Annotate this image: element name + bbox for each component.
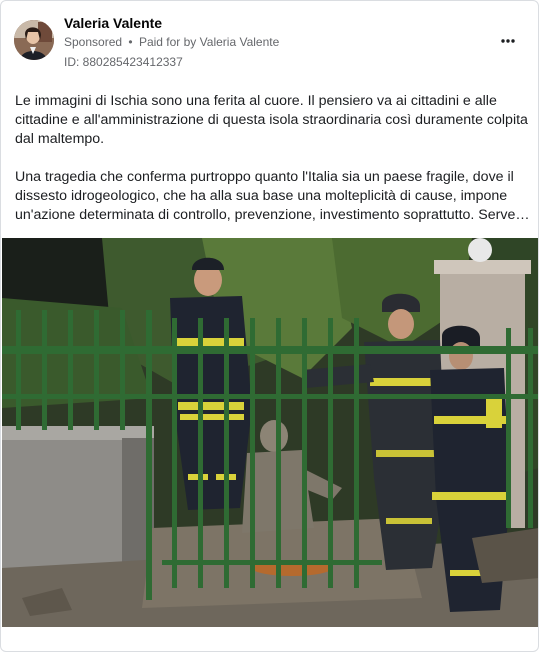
payer-name[interactable]: Valeria Valente (200, 35, 280, 49)
avatar[interactable] (14, 20, 54, 60)
post-paragraph-2: Una tragedia che conferma purtroppo quan… (15, 168, 530, 225)
sponsored-meta: Sponsored • Paid for by Valeria Valente (64, 35, 279, 49)
post-paragraph-2-line-3[interactable]: un'azione determinata di controllo, prev… (15, 206, 530, 225)
post-paragraph-1: Le immagini di Ischia sono una ferita al… (15, 93, 528, 147)
post-photo[interactable] (2, 238, 538, 627)
more-horizontal-icon (501, 39, 515, 43)
more-options-button[interactable] (498, 31, 518, 51)
sponsored-label: Sponsored (64, 35, 123, 49)
ad-id: ID: 880285423412337 (64, 55, 183, 69)
avatar-image (14, 20, 54, 60)
meta-separator: • (128, 35, 133, 49)
post-paragraph-2-line-2: dissesto idrogeologico, che ha alla sua … (15, 188, 508, 204)
rescue-scene-image (2, 238, 538, 627)
author-name[interactable]: Valeria Valente (64, 15, 162, 31)
ad-post-card: Valeria Valente Sponsored • Paid for by … (0, 0, 539, 652)
post-paragraph-2-line-1: Una tragedia che conferma purtroppo quan… (15, 169, 514, 185)
paid-for-prefix: Paid for by (138, 35, 197, 49)
post-header: Valeria Valente Sponsored • Paid for by … (1, 1, 538, 81)
post-body: Le immagini di Ischia sono una ferita al… (15, 92, 530, 225)
